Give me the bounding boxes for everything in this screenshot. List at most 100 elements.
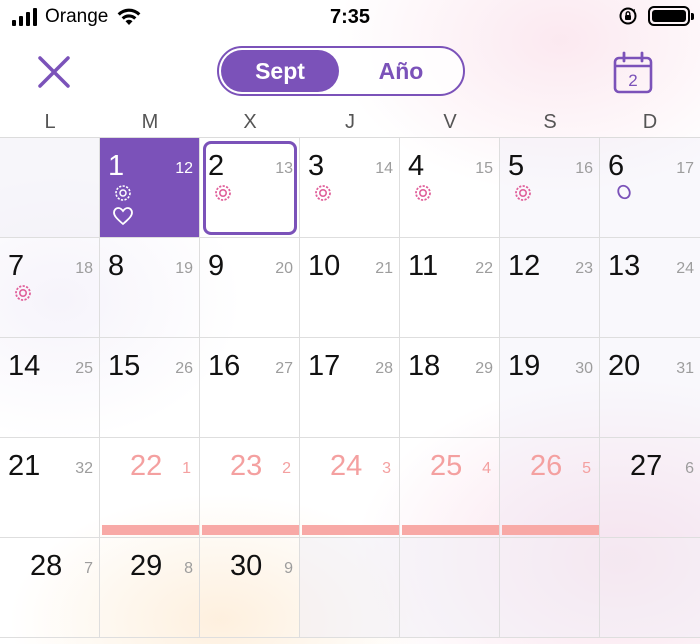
cycle-day-number: 21 xyxy=(375,260,393,277)
calendar-empty-cell xyxy=(300,538,400,638)
tab-year[interactable]: Año xyxy=(341,50,461,92)
day-number: 13 xyxy=(608,250,641,282)
day-number: 28 xyxy=(30,550,63,582)
day-number: 26 xyxy=(530,450,563,482)
day-number: 9 xyxy=(208,250,225,282)
weekday-label: L xyxy=(44,111,56,133)
calendar-day-cell[interactable]: 12 23 xyxy=(500,238,600,338)
calendar-day-cell[interactable]: 28 7 xyxy=(0,538,100,638)
calendar-day-cell[interactable]: 29 8 xyxy=(100,538,200,638)
day-number: 23 xyxy=(230,450,263,482)
day-number: 15 xyxy=(108,350,141,382)
period-indicator-bar xyxy=(402,525,499,535)
calendar-day-cell[interactable]: 18 29 xyxy=(400,338,500,438)
close-icon[interactable] xyxy=(34,52,74,92)
calendar-day-cell[interactable]: 30 9 xyxy=(200,538,300,638)
ovulation-icon xyxy=(617,184,631,200)
calendar-day-cell[interactable]: 23 2 xyxy=(200,438,300,538)
calendar-today-icon[interactable]: 2 xyxy=(611,50,655,96)
day-number: 1 xyxy=(108,150,125,182)
calendar-day-cell[interactable]: 9 20 xyxy=(200,238,300,338)
fertile-flower-icon xyxy=(415,185,431,201)
day-number: 7 xyxy=(8,250,25,282)
calendar-day-cell[interactable]: 8 19 xyxy=(100,238,200,338)
period-indicator-bar xyxy=(302,525,399,535)
status-bar: Orange 7:35 xyxy=(0,0,700,36)
day-number: 18 xyxy=(408,350,441,382)
month-calendar-grid: 1 12 2 13 3 14 4 15 5 16 6 17 7 18 8 19 9 20 10 21 11 22 12 23 1… xyxy=(0,137,700,638)
day-number: 2 xyxy=(208,150,225,182)
battery-icon xyxy=(648,6,694,26)
calendar-day-cell[interactable]: 15 26 xyxy=(100,338,200,438)
day-number: 10 xyxy=(308,250,341,282)
top-toolbar: Sept Año 2 xyxy=(0,36,700,106)
calendar-day-cell[interactable]: 21 32 xyxy=(0,438,100,538)
calendar-day-cell[interactable]: 27 6 xyxy=(600,438,700,538)
status-right xyxy=(618,6,694,26)
cycle-day-number: 7 xyxy=(84,560,93,577)
calendar-day-cell[interactable]: 2 13 xyxy=(200,138,300,238)
cycle-day-number: 18 xyxy=(75,260,93,277)
calendar-day-cell[interactable]: 5 16 xyxy=(500,138,600,238)
calendar-empty-cell xyxy=(600,538,700,638)
view-switcher: Sept Año xyxy=(217,46,465,96)
cycle-day-number: 13 xyxy=(275,160,293,177)
fertile-flower-icon xyxy=(215,185,231,201)
calendar-day-cell[interactable]: 20 31 xyxy=(600,338,700,438)
weekday-label: D xyxy=(642,111,658,133)
calendar-day-cell[interactable]: 3 14 xyxy=(300,138,400,238)
cycle-day-number: 30 xyxy=(575,360,593,377)
calendar-day-cell[interactable]: 6 17 xyxy=(600,138,700,238)
status-time: 7:35 xyxy=(329,6,371,28)
calendar-day-cell[interactable]: 1 12 xyxy=(100,138,200,238)
cycle-day-number: 5 xyxy=(582,460,591,477)
calendar-empty-cell xyxy=(500,538,600,638)
day-number: 27 xyxy=(630,450,663,482)
fertile-flower-icon xyxy=(315,185,331,201)
cycle-day-number: 15 xyxy=(475,160,493,177)
day-number: 6 xyxy=(608,150,625,182)
period-indicator-bar xyxy=(202,525,299,535)
calendar-day-cell[interactable]: 19 30 xyxy=(500,338,600,438)
calendar-day-cell[interactable]: 7 18 xyxy=(0,238,100,338)
day-number: 20 xyxy=(608,350,641,382)
calendar-day-cell[interactable]: 13 24 xyxy=(600,238,700,338)
cycle-day-number: 6 xyxy=(685,460,694,477)
day-number: 24 xyxy=(330,450,363,482)
cycle-day-number: 28 xyxy=(375,360,393,377)
day-number: 8 xyxy=(108,250,125,282)
cycle-day-number: 23 xyxy=(575,260,593,277)
cycle-day-number: 16 xyxy=(575,160,593,177)
calendar-day-cell[interactable]: 17 28 xyxy=(300,338,400,438)
cycle-day-number: 17 xyxy=(676,160,694,177)
cycle-day-number: 8 xyxy=(184,560,193,577)
calendar-icon-day: 2 xyxy=(628,71,637,90)
calendar-day-cell[interactable]: 25 4 xyxy=(400,438,500,538)
cycle-day-number: 1 xyxy=(182,460,191,477)
calendar-day-cell[interactable]: 4 15 xyxy=(400,138,500,238)
weekday-label: V xyxy=(443,111,457,133)
fertile-flower-icon xyxy=(15,285,31,301)
fertile-flower-icon xyxy=(515,185,531,201)
calendar-day-cell[interactable]: 22 1 xyxy=(100,438,200,538)
period-indicator-bar xyxy=(502,525,599,535)
calendar-day-cell[interactable]: 16 27 xyxy=(200,338,300,438)
calendar-day-cell[interactable]: 24 3 xyxy=(300,438,400,538)
cycle-day-number: 4 xyxy=(482,460,491,477)
calendar-day-cell[interactable]: 26 5 xyxy=(500,438,600,538)
day-number: 21 xyxy=(8,450,41,482)
day-number: 4 xyxy=(408,150,425,182)
calendar-day-cell[interactable]: 14 25 xyxy=(0,338,100,438)
cycle-day-number: 14 xyxy=(375,160,393,177)
day-number: 11 xyxy=(408,250,439,282)
calendar-day-cell[interactable]: 10 21 xyxy=(300,238,400,338)
cycle-day-number: 22 xyxy=(475,260,493,277)
calendar-empty-cell xyxy=(0,138,100,238)
tab-month[interactable]: Sept xyxy=(221,50,339,92)
day-number: 3 xyxy=(308,150,325,182)
day-number: 25 xyxy=(430,450,463,482)
calendar-day-cell[interactable]: 11 22 xyxy=(400,238,500,338)
day-number: 17 xyxy=(308,350,341,382)
weekday-label: X xyxy=(243,111,257,133)
weekday-header: L M X J V S D xyxy=(0,106,700,138)
